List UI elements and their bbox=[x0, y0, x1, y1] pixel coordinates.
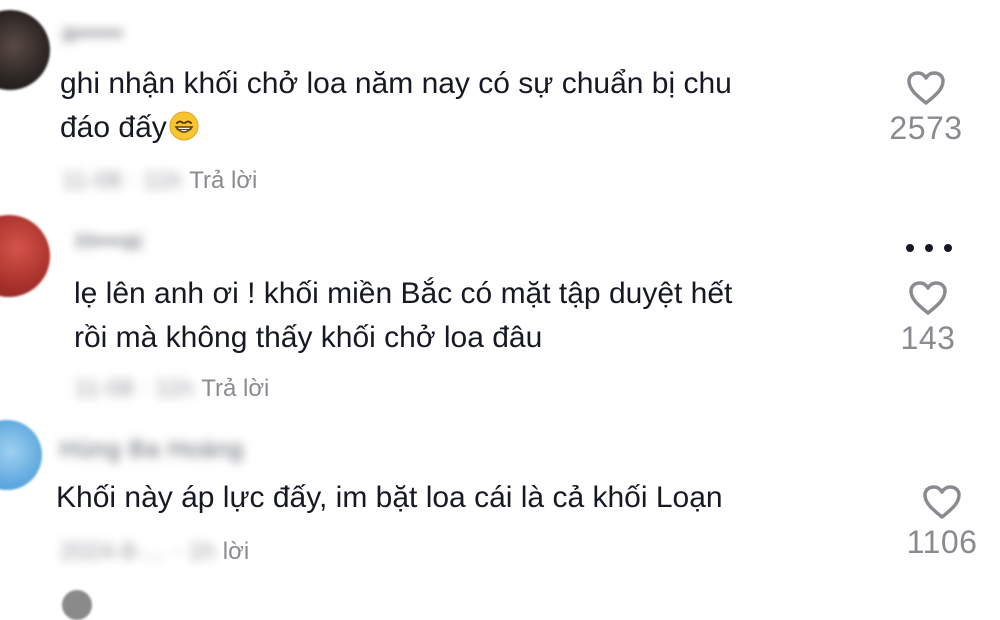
reply-button[interactable]: Trả lời bbox=[201, 375, 269, 403]
comment-meta: 11-08 · 11h Trả lời bbox=[62, 167, 257, 195]
comment-text-line: ghi nhận khối chở loa năm nay có sự chuẩ… bbox=[60, 67, 732, 100]
avatar[interactable] bbox=[62, 590, 92, 620]
comment-date: 2024-8-… · 1h bbox=[60, 538, 215, 565]
avatar[interactable] bbox=[0, 10, 50, 90]
like-button[interactable]: 143 bbox=[888, 280, 968, 357]
more-dot bbox=[906, 244, 914, 252]
like-count: 1106 bbox=[906, 524, 978, 560]
comment-text: lẹ lên anh ơi ! khối miền Bắc có mặt tập… bbox=[74, 272, 732, 360]
more-dot bbox=[925, 244, 933, 252]
comment-username[interactable]: Hùng Ba Hoàng bbox=[60, 436, 244, 464]
more-dot bbox=[944, 244, 952, 252]
comment-text: ghi nhận khối chở loa năm nay có sự chuẩ… bbox=[60, 62, 732, 150]
comment-text-line: lẹ lên anh ơi ! khối miền Bắc có mặt tập… bbox=[74, 277, 733, 310]
heart-outline-icon[interactable] bbox=[922, 484, 962, 520]
reply-button[interactable]: lời bbox=[223, 538, 249, 566]
comment-date: 11-08 · 11h bbox=[74, 375, 194, 402]
comment-username[interactable]: H•••ai bbox=[76, 228, 143, 256]
heart-outline-icon[interactable] bbox=[908, 280, 948, 316]
comment-text-line: đáo đấy bbox=[60, 106, 732, 150]
comment-date: 11-08 · 11h bbox=[62, 167, 182, 194]
comment-text-segment: đáo đấy bbox=[60, 111, 167, 144]
heart-outline-icon[interactable] bbox=[906, 70, 946, 106]
comment-username[interactable]: a••••• bbox=[62, 20, 123, 48]
comment-meta: 2024-8-… · 1h lời bbox=[60, 538, 249, 566]
like-count: 2573 bbox=[889, 110, 963, 146]
comment-meta: 11-08 · 11h Trả lời bbox=[74, 375, 269, 403]
more-horizontal-icon[interactable] bbox=[906, 238, 952, 258]
like-count: 143 bbox=[900, 320, 956, 356]
reply-button[interactable]: Trả lời bbox=[189, 167, 257, 195]
comment-text-line: Khối này áp lực đấy, im bặt loa cái là c… bbox=[56, 481, 723, 514]
avatar[interactable] bbox=[0, 215, 50, 297]
comment-text: Khối này áp lực đấy, im bặt loa cái là c… bbox=[56, 476, 723, 520]
avatar[interactable] bbox=[0, 420, 42, 490]
like-button[interactable]: 2573 bbox=[886, 70, 966, 147]
grinning-face-emoji-icon bbox=[169, 110, 199, 141]
like-button[interactable]: 1106 bbox=[902, 484, 982, 561]
comment-text-line: rồi mà không thấy khối chở loa đâu bbox=[74, 321, 543, 354]
